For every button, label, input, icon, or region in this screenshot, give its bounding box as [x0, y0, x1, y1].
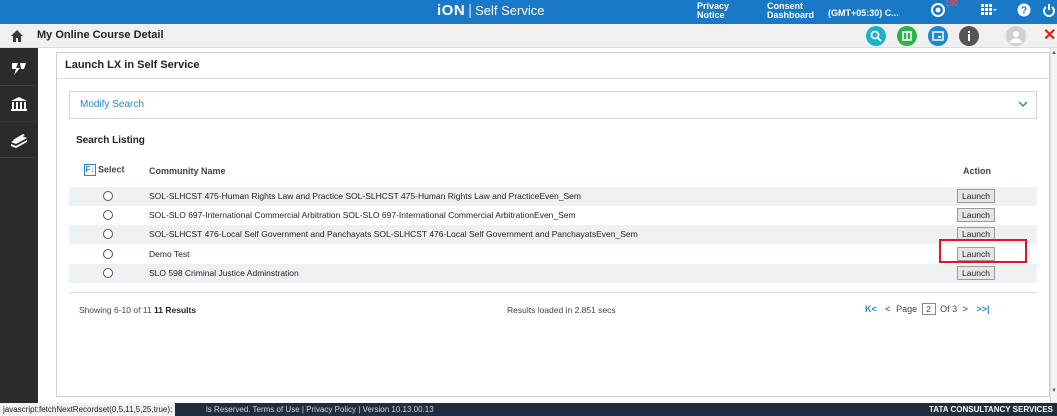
results-count: 11 Results [154, 305, 197, 315]
showing-range: Showing 6-10 of 11 [79, 305, 152, 315]
left-sidebar [0, 48, 38, 403]
first-page-icon[interactable]: K< [865, 304, 877, 314]
brand-separator: | [468, 2, 473, 19]
scroll-up-icon[interactable]: ▲ [1051, 50, 1057, 56]
main-panel: Launch LX in Self Service Modify Search … [56, 52, 1050, 397]
apps-grid-icon[interactable] [978, 3, 1000, 21]
books-icon[interactable] [0, 122, 38, 158]
user-avatar-icon[interactable] [1006, 26, 1026, 46]
power-icon[interactable] [1042, 3, 1056, 21]
notification-badge: 100 [945, 0, 959, 8]
community-name: SOL-SLHCST 476-Local Self Government and… [149, 229, 638, 239]
browser-status-text: javascript:fetchNextRecordset(0,5,11,5,2… [0, 403, 176, 416]
launch-icon[interactable] [928, 26, 948, 46]
table-row: SOL-SLO 697-International Commercial Arb… [69, 206, 1037, 225]
close-icon[interactable]: ✕ [1043, 27, 1056, 45]
select-all-icon[interactable]: F↓ [84, 164, 96, 176]
panel-title: Launch LX in Self Service [57, 53, 1049, 79]
row-radio[interactable] [103, 249, 113, 259]
table-row: SOL-SLHCST 475-Human Rights Law and Prac… [69, 187, 1037, 206]
page-number-input[interactable]: 2 [921, 303, 936, 315]
next-page-icon[interactable]: > [963, 304, 968, 314]
results-summary: Showing 6-10 of 11 11 Results [79, 305, 196, 315]
scroll-down-icon[interactable]: ▼ [1051, 388, 1057, 394]
notification-icon[interactable] [930, 3, 946, 21]
last-page-icon[interactable]: >>| [976, 304, 989, 314]
table-row: SLO 598 Criminal Justice Adminstration L… [69, 264, 1037, 283]
modify-search-accordion[interactable]: Modify Search [69, 91, 1037, 119]
community-name: Demo Test [149, 249, 190, 259]
top-bar: iON | Self Service Privacy Notice Consent … [0, 0, 1057, 24]
company-logo: TATA CONSULTANCY SERVICES [928, 405, 1053, 414]
action-header: Action [963, 166, 991, 176]
community-name: SOL-SLO 697-International Commercial Arb… [149, 210, 576, 220]
page-label: Page [896, 304, 918, 314]
timezone-selector[interactable]: (GMT+05:30) C... [828, 5, 914, 21]
header-bar: My Online Course Detail ✕ [0, 24, 1057, 48]
row-radio[interactable] [103, 268, 113, 278]
page-title: My Online Course Detail [37, 29, 164, 41]
status-bar: ls Reserved. Terms of Use | Privacy Poli… [0, 403, 1057, 416]
load-time: Results loaded in 2.851 secs [507, 305, 616, 315]
highlight-box [939, 239, 1027, 263]
select-header-label: Select [98, 164, 125, 175]
vertical-scrollbar[interactable]: ▲ ▼ [1050, 48, 1057, 403]
community-name: SOL-SLHCST 475-Human Rights Law and Prac… [149, 191, 581, 201]
home-icon[interactable] [10, 29, 24, 43]
privacy-notice-link[interactable]: Privacy Notice [697, 2, 729, 20]
row-radio[interactable] [103, 210, 113, 220]
prev-page-icon[interactable]: < [885, 304, 890, 314]
launch-button[interactable]: Launch [957, 266, 995, 280]
divider [69, 292, 1037, 293]
table-row: SOL-SLHCST 476-Local Self Government and… [69, 225, 1037, 244]
info-icon[interactable] [959, 26, 979, 46]
select-column-header[interactable]: F↓ Select [84, 164, 125, 176]
institution-icon[interactable] [0, 86, 38, 122]
row-radio[interactable] [103, 229, 113, 239]
community-name-header: Community Name [149, 166, 226, 176]
search-icon[interactable] [866, 26, 886, 46]
community-name: SLO 598 Criminal Justice Adminstration [149, 268, 299, 278]
svg-text:?: ? [1021, 6, 1027, 17]
pagination: K< < Page 2 Of 3 > >>| [862, 303, 992, 315]
app-name: Self Service [475, 3, 545, 18]
footer-links[interactable]: ls Reserved. Terms of Use | Privacy Poli… [206, 403, 434, 416]
search-listing-title: Search Listing [76, 135, 145, 146]
course-icon[interactable] [0, 50, 38, 86]
help-icon[interactable]: ? [1016, 3, 1032, 21]
table-row: Demo Test Launch [69, 245, 1037, 264]
consent-dashboard-link[interactable]: Consent Dashboard [767, 2, 814, 20]
book-icon[interactable] [897, 26, 917, 46]
page-of-label: Of 3 [940, 304, 958, 314]
launch-button[interactable]: Launch [957, 208, 995, 222]
row-radio[interactable] [103, 191, 113, 201]
launch-button[interactable]: Launch [957, 189, 995, 203]
chevron-down-icon[interactable] [1018, 98, 1028, 112]
modify-search-label[interactable]: Modify Search [80, 99, 144, 110]
ion-logo: iON [437, 2, 466, 19]
app-brand[interactable]: iON | Self Service [437, 2, 544, 19]
